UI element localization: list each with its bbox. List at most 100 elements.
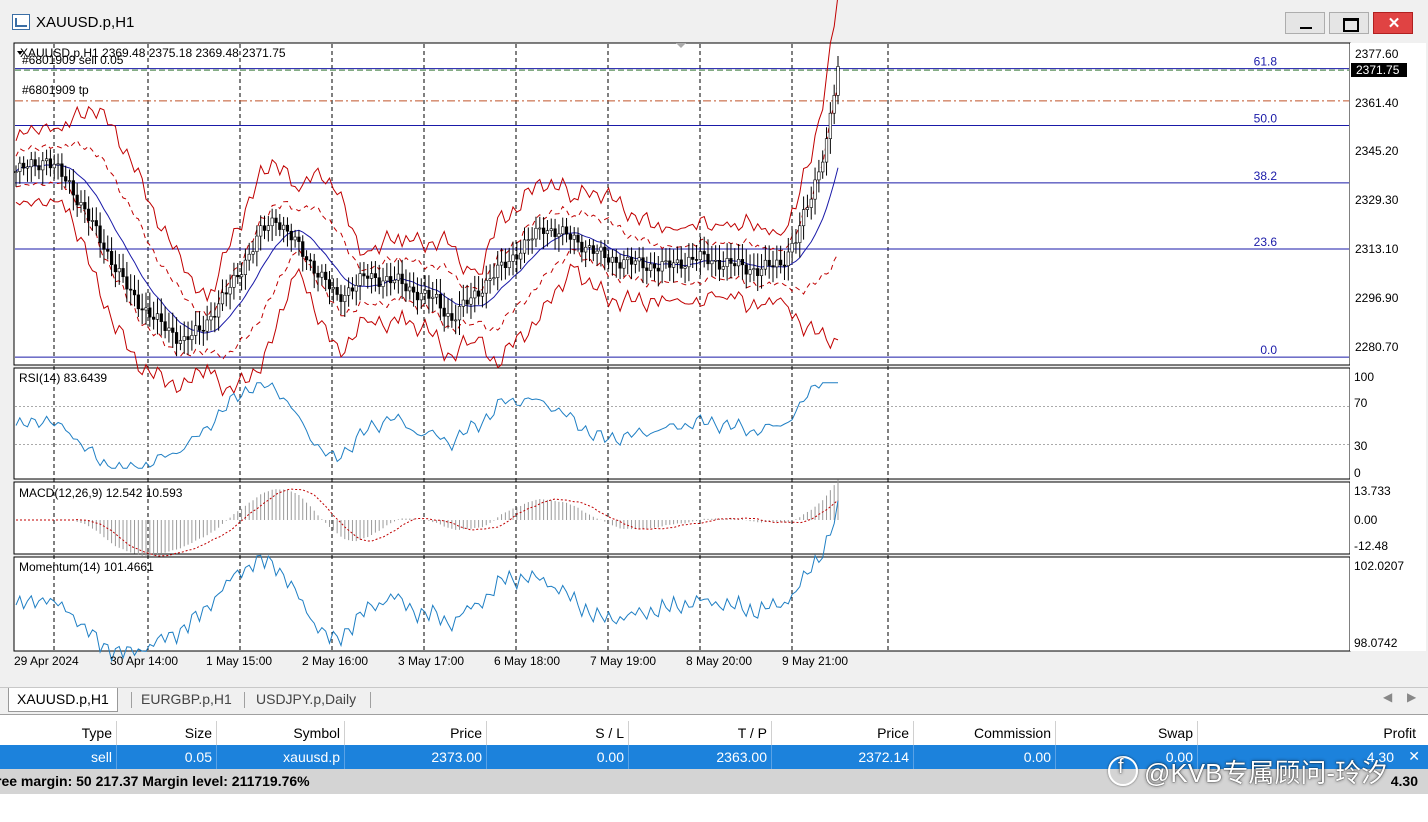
candle-body — [209, 315, 213, 321]
candle-body — [530, 238, 534, 241]
candle-body — [763, 259, 767, 270]
candle-body — [251, 251, 255, 255]
column-sl[interactable]: S / L — [487, 721, 629, 745]
macd-panel[interactable] — [13, 481, 1351, 555]
candle-body — [496, 264, 500, 278]
candle-body — [626, 256, 630, 261]
candle-body — [809, 198, 813, 208]
rsi-tick-label: 30 — [1354, 439, 1368, 453]
candle-body — [320, 271, 324, 278]
close-order-icon[interactable]: ✕ — [1408, 748, 1420, 765]
candle-body — [167, 327, 171, 331]
candle-body — [721, 266, 725, 270]
candle-body — [656, 267, 660, 272]
candle-body — [350, 287, 355, 292]
candle-body — [775, 259, 779, 268]
candle-body — [136, 294, 140, 310]
candle-body — [817, 171, 821, 181]
candle-body — [824, 138, 829, 163]
candle-body — [213, 315, 217, 318]
candle-body — [442, 307, 446, 317]
candle-body — [400, 273, 404, 285]
candle-body — [285, 224, 290, 232]
candle-body — [171, 327, 175, 333]
tab-scroll-left-icon[interactable]: ◀ — [1383, 690, 1392, 704]
candle-body — [702, 251, 706, 255]
candle-body — [369, 273, 374, 279]
candle-body — [786, 251, 790, 267]
momentum-panel[interactable] — [13, 556, 1351, 652]
watermark: @KVB专属顾问-玲汐 — [1108, 753, 1387, 790]
tab-separator — [244, 692, 245, 708]
candle-body — [282, 224, 286, 230]
candle-body — [415, 291, 420, 301]
tab-usdjpy[interactable]: USDJPY.p,Daily — [248, 688, 364, 711]
candle-body — [331, 287, 335, 290]
candle-body — [159, 313, 163, 322]
candle-body — [752, 268, 756, 271]
time-axis-label: 30 Apr 14:00 — [110, 654, 178, 668]
candle-body — [37, 165, 41, 171]
price-tick-label: 2329.30 — [1355, 193, 1399, 207]
candle-body — [155, 313, 160, 320]
column-commission[interactable]: Commission — [914, 721, 1056, 745]
price-tick-label: 2361.40 — [1355, 96, 1399, 110]
candle-body — [614, 256, 618, 263]
candle-body — [408, 286, 412, 292]
candle-body — [714, 260, 718, 262]
candle-body — [343, 294, 347, 302]
candle-body — [327, 279, 332, 290]
candle-body — [599, 246, 603, 252]
column-tp[interactable]: T / P — [629, 721, 772, 745]
candle-body — [790, 243, 794, 253]
chart-area[interactable]: 61.850.038.223.60.0 XAUUSD.p,H1 2369.48 … — [0, 0, 1428, 687]
candle-body — [278, 222, 282, 230]
column-swap[interactable]: Swap — [1056, 721, 1198, 745]
candle-body — [473, 290, 477, 299]
order-label: #6801909 sell 0.05 — [22, 53, 124, 67]
column-profit[interactable]: Profit — [1198, 721, 1420, 745]
candle-body — [190, 335, 194, 340]
fib-level-label: 0.0 — [1260, 343, 1277, 357]
candle-body — [706, 253, 710, 265]
column-type[interactable]: Type — [0, 721, 117, 745]
candle-body — [591, 245, 595, 254]
momentum-tick-label: 102.0207 — [1354, 559, 1404, 573]
candle-body — [71, 180, 75, 196]
tab-separator — [370, 692, 371, 708]
candle-body — [542, 227, 546, 234]
candle-body — [782, 264, 787, 267]
current-price-label: 2371.75 — [1356, 63, 1400, 77]
candle-body — [733, 263, 737, 267]
candle-body — [477, 290, 481, 297]
candle-body — [247, 253, 251, 261]
candle-body — [595, 250, 599, 254]
candle-body — [511, 254, 515, 262]
column-symbol[interactable]: Symbol — [217, 721, 345, 745]
candle-body — [664, 260, 668, 263]
candle-body — [805, 207, 810, 210]
candle-body — [480, 292, 485, 297]
cell-commission: 0.00 — [914, 745, 1056, 769]
candle-body — [584, 246, 588, 253]
cell-tp: 2363.00 — [629, 745, 772, 769]
cell-current-price: 2372.14 — [772, 745, 914, 769]
column-current-price[interactable]: Price — [772, 721, 914, 745]
column-size[interactable]: Size — [117, 721, 217, 745]
candle-body — [576, 234, 580, 243]
candle-body — [717, 260, 722, 270]
rsi-label: RSI(14) 83.6439 — [19, 371, 107, 385]
tab-scroll-right-icon[interactable]: ▶ — [1407, 690, 1416, 704]
tab-eurgbp[interactable]: EURGBP.p,H1 — [133, 688, 240, 711]
candle-body — [232, 274, 236, 288]
candle-body — [691, 256, 695, 260]
candle-body — [457, 306, 462, 321]
candle-body — [698, 251, 702, 261]
candle-body — [622, 259, 626, 269]
column-price[interactable]: Price — [345, 721, 487, 745]
candle-body — [392, 279, 397, 284]
candle-body — [545, 230, 550, 234]
weibo-logo-icon — [1108, 756, 1138, 786]
tab-xauusd[interactable]: XAUUSD.p,H1 — [8, 688, 118, 712]
candle-body — [580, 241, 584, 253]
